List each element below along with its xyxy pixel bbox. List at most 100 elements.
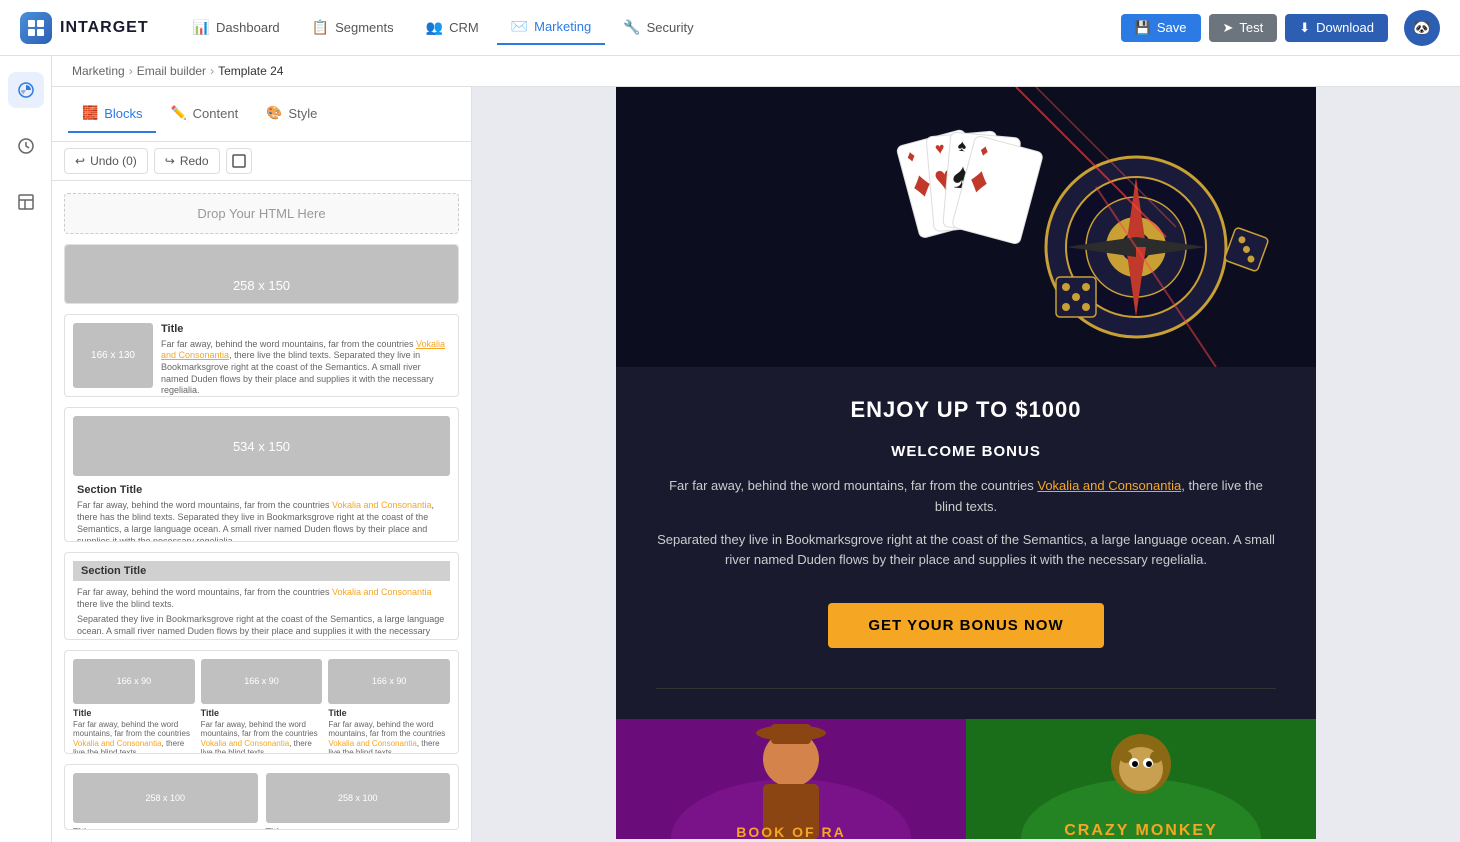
block-col-2-desc: Far far away, behind the word mountains,… — [201, 720, 323, 755]
user-avatar[interactable]: 🐼 — [1404, 10, 1440, 46]
save-icon: 💾 — [1135, 20, 1151, 36]
block-two-col-2: 258 x 100 Title — [266, 773, 451, 830]
game-banner-2[interactable]: CRAZY MONKEY — [966, 719, 1316, 839]
nav-label-security: Security — [647, 20, 694, 35]
logo-text: INTARGET — [60, 19, 149, 37]
drop-zone[interactable]: Drop Your HTML Here — [64, 193, 459, 234]
block-banner[interactable]: 534 x 150 Section Title Far far away, be… — [64, 407, 459, 542]
nav-label-crm: CRM — [449, 20, 479, 35]
email-body-text-1: Far far away, behind the word mountains,… — [656, 476, 1276, 518]
block-banner-title: Section Title — [73, 484, 450, 496]
side-icons-panel — [0, 56, 52, 842]
style-tab-label: Style — [288, 106, 317, 121]
crm-icon: 👥 — [426, 19, 443, 36]
save-button[interactable]: 💾 Save — [1121, 14, 1201, 42]
editor-toolbar: 🧱 Blocks ✏️ Content 🎨 Style — [52, 87, 471, 142]
email-body-text-2: Separated they live in Bookmarksgrove ri… — [656, 530, 1276, 572]
nav-label-segments: Segments — [335, 20, 394, 35]
test-button[interactable]: ➤ Test — [1209, 14, 1278, 42]
block-banner-desc: Far far away, behind the word mountains,… — [73, 500, 450, 542]
email-welcome-label: WELCOME BONUS — [656, 443, 1276, 460]
blocks-tab-label: Blocks — [104, 106, 142, 121]
content-tab-icon: ✏️ — [170, 105, 186, 121]
tab-content[interactable]: ✏️ Content — [156, 95, 252, 133]
block-two-col-1-title: Title — [73, 827, 258, 830]
download-icon: ⬇ — [1299, 20, 1310, 36]
email-hero: ♦ ♦ ♥ ♥ ♠ ♠ — [616, 87, 1316, 367]
download-button[interactable]: ⬇ Download — [1285, 14, 1388, 42]
block-text-desc1: Far far away, behind the word mountains,… — [73, 587, 450, 610]
email-cta-button[interactable]: GET YOUR BONUS NOW — [828, 603, 1103, 648]
block-single-image[interactable]: 258 x 150 — [64, 244, 459, 304]
email-games: BOOK OF RA — [616, 719, 1316, 839]
block-col-1-title: Title — [73, 708, 195, 718]
editor-area: 🧱 Blocks ✏️ Content 🎨 Style — [52, 87, 1460, 842]
undo-icon: ↩ — [75, 154, 85, 168]
svg-text:♥: ♥ — [934, 140, 945, 158]
svg-text:CRAZY MONKEY: CRAZY MONKEY — [1064, 822, 1218, 839]
breadcrumb-marketing[interactable]: Marketing — [72, 64, 125, 78]
email-preview: ♦ ♦ ♥ ♥ ♠ ♠ — [616, 87, 1316, 839]
preview-area: ♦ ♦ ♥ ♥ ♠ ♠ — [472, 87, 1460, 842]
block-text-desc2: Separated they live in Bookmarksgrove ri… — [73, 614, 450, 639]
side-icon-clock[interactable] — [8, 128, 44, 164]
email-link-1[interactable]: Vokalia and Consonantia — [1037, 478, 1181, 493]
redo-button[interactable]: ↪ Redo — [154, 148, 220, 174]
breadcrumb-current: Template 24 — [218, 64, 283, 78]
style-tab-icon: 🎨 — [266, 105, 282, 121]
content-area: Marketing › Email builder › Template 24 … — [52, 56, 1460, 842]
marketing-icon: ✉️ — [511, 18, 528, 35]
nav-item-dashboard[interactable]: 📊 Dashboard — [179, 11, 294, 44]
block-three-col[interactable]: 166 x 90 Title Far far away, behind the … — [64, 650, 459, 755]
tab-blocks[interactable]: 🧱 Blocks — [68, 95, 156, 133]
main-layout: Marketing › Email builder › Template 24 … — [0, 56, 1460, 842]
redo-label: Redo — [180, 154, 209, 168]
breadcrumb-sep-1: › — [129, 64, 133, 78]
svg-text:BOOK OF RA: BOOK OF RA — [736, 824, 845, 839]
block-two-col-1: 258 x 100 Title — [73, 773, 258, 830]
email-divider — [656, 688, 1276, 689]
blocks-tab-icon: 🧱 — [82, 105, 98, 121]
segments-icon: 📋 — [312, 19, 329, 36]
breadcrumb: Marketing › Email builder › Template 24 — [52, 56, 1460, 87]
block-col-1: 166 x 90 Title Far far away, behind the … — [73, 659, 195, 755]
block-col-3-desc: Far far away, behind the word mountains,… — [328, 720, 450, 755]
tab-style[interactable]: 🎨 Style — [252, 95, 331, 133]
redo-icon: ↪ — [165, 154, 175, 168]
nav-item-marketing[interactable]: ✉️ Marketing — [497, 10, 606, 45]
block-title-1: Title — [161, 323, 450, 335]
email-content: ENJOY UP TO $1000 WELCOME BONUS Far far … — [616, 367, 1316, 719]
undo-label: Undo (0) — [90, 154, 137, 168]
nav-items: 📊 Dashboard 📋 Segments 👥 CRM ✉️ Marketin… — [179, 10, 1121, 45]
top-navigation: INTARGET 📊 Dashboard 📋 Segments 👥 CRM ✉️… — [0, 0, 1460, 56]
test-label: Test — [1239, 20, 1263, 35]
nav-item-segments[interactable]: 📋 Segments — [298, 11, 408, 44]
block-col-2-title: Title — [201, 708, 323, 718]
logo-area[interactable]: INTARGET — [20, 12, 149, 44]
blocks-list: Drop Your HTML Here 258 x 150 166 x 130 … — [52, 181, 471, 842]
email-main-title: ENJOY UP TO $1000 — [656, 397, 1276, 423]
drop-zone-label: Drop Your HTML Here — [197, 206, 325, 221]
game-banner-1[interactable]: BOOK OF RA — [616, 719, 966, 839]
nav-item-crm[interactable]: 👥 CRM — [412, 11, 493, 44]
test-icon: ➤ — [1223, 20, 1234, 36]
undo-button[interactable]: ↩ Undo (0) — [64, 148, 148, 174]
block-desc-1: Far far away, behind the word mountains,… — [161, 339, 450, 397]
breadcrumb-email-builder[interactable]: Email builder — [137, 64, 206, 78]
block-text-only[interactable]: Section Title Far far away, behind the w… — [64, 552, 459, 640]
block-col-1-desc: Far far away, behind the word mountains,… — [73, 720, 195, 755]
nav-label-dashboard: Dashboard — [216, 20, 280, 35]
breadcrumb-sep-2: › — [210, 64, 214, 78]
save-label: Save — [1157, 20, 1187, 35]
email-cta-wrapper: GET YOUR BONUS NOW — [656, 583, 1276, 668]
nav-label-marketing: Marketing — [534, 19, 591, 34]
block-text-title: Section Title — [73, 561, 450, 581]
fullscreen-button[interactable] — [226, 148, 252, 174]
side-icon-analytics[interactable] — [8, 72, 44, 108]
nav-item-security[interactable]: 🔧 Security — [609, 11, 707, 44]
side-icon-template[interactable] — [8, 184, 44, 220]
left-panel: 🧱 Blocks ✏️ Content 🎨 Style — [52, 87, 472, 842]
block-image-text[interactable]: 166 x 130 Title Far far away, behind the… — [64, 314, 459, 398]
block-col-3: 166 x 90 Title Far far away, behind the … — [328, 659, 450, 755]
block-two-col[interactable]: 258 x 100 Title 258 x 100 Title — [64, 764, 459, 830]
